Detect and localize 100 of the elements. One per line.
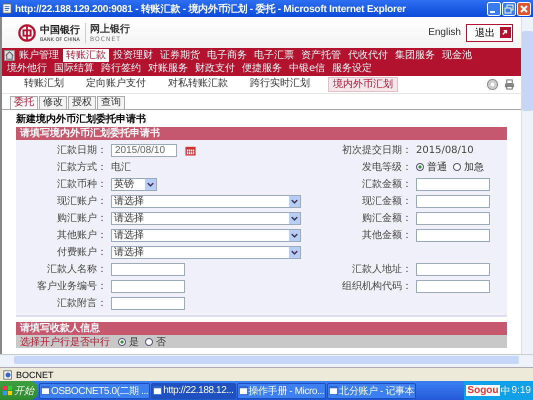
window-icon [238, 386, 248, 395]
nav-tab[interactable]: 证券期货 [157, 49, 203, 62]
radio-button[interactable] [118, 338, 126, 346]
input-field[interactable] [416, 178, 490, 190]
input-field[interactable] [111, 296, 185, 310]
field-label: 发电等级： [361, 160, 413, 174]
vertical-scrollbar[interactable] [521, 17, 533, 354]
field-label: 其他账户： [56, 228, 108, 242]
window-title: http://22.188.129.200:9081 - 转账汇款 - 境内外币汇划 - 委托 - Microsoft Internet Explorer [15, 2, 407, 16]
input-field[interactable] [416, 194, 490, 208]
field-label: 购汇金额： [361, 212, 413, 225]
nav-tab[interactable]: 国际结算 [51, 62, 97, 75]
field-label: 汇款方式： [56, 160, 108, 174]
field-label: 初次提交日期： [341, 144, 413, 157]
start-button[interactable]: 开始 [0, 381, 38, 400]
subnav-link[interactable]: 跨行实时汇划 [246, 77, 314, 92]
windows-logo-icon [2, 385, 13, 396]
radio-label: 普通 [427, 160, 447, 174]
field-label: 付费账户： [56, 246, 108, 259]
form-heading: 新建境内外币汇划委托申请书 [16, 113, 147, 127]
dropdown[interactable]: 请选择 [111, 212, 301, 224]
tab[interactable]: 修改 [39, 96, 67, 109]
clock: 9:19 [512, 385, 531, 396]
tab[interactable]: 授权 [68, 96, 96, 109]
ime-mode: 中 [500, 384, 511, 398]
logo-text: 中国银行 [40, 24, 80, 36]
nav-tab[interactable]: 现金池 [439, 49, 475, 62]
section-header: 请填写收款人信息 [16, 322, 507, 335]
radio-button[interactable] [416, 163, 424, 171]
nav-tab[interactable]: 投资理财 [110, 49, 156, 62]
field-label: 汇款人地址： [351, 262, 413, 276]
subnav-link[interactable]: 转账汇划 [20, 77, 68, 92]
date-field[interactable]: 2015/08/10 [111, 144, 177, 156]
window-icon [153, 386, 162, 395]
section-header: 请填写境内外币汇划委托申请书 [16, 127, 507, 140]
field-label: 现汇金额： [361, 194, 413, 208]
taskbar-button[interactable]: http://22.188.12... [151, 382, 236, 398]
status-text: BOCNET [16, 370, 54, 380]
input-field[interactable] [416, 228, 490, 242]
field-label: 客户业务编号： [36, 280, 108, 293]
input-field[interactable] [111, 262, 185, 276]
window-icon [329, 386, 338, 395]
page-icon [3, 370, 13, 380]
radio-label: 是 [129, 336, 139, 348]
horizontal-scrollbar[interactable] [0, 354, 533, 367]
printer-icon[interactable] [504, 79, 515, 90]
nav-tab[interactable]: 集团服务 [392, 49, 438, 62]
field-value: 电汇 [111, 160, 131, 174]
minimize-icon[interactable] [487, 2, 501, 16]
field-value: 2015/08/10 [416, 144, 474, 156]
field-label: 汇款人名称： [46, 263, 108, 276]
radio-button[interactable] [453, 163, 461, 171]
input-field[interactable] [416, 212, 490, 224]
nav-tab[interactable]: 中银e信 [286, 62, 328, 75]
nav-tab[interactable]: 便捷服务 [239, 62, 285, 75]
taskbar-button[interactable]: 操作手册 - Micro... [236, 382, 326, 398]
nav-tab[interactable]: 电子汇票 [251, 49, 297, 62]
product-name: 网上银行 [90, 22, 130, 36]
nav-tab[interactable]: 电子商务 [204, 49, 250, 62]
nav-tab[interactable]: 转账汇款 [63, 49, 109, 62]
nav-tab[interactable]: 境外他行 [4, 62, 50, 75]
bank-logo-icon [18, 24, 36, 42]
question-label: 选择开户行是否中行 [20, 336, 110, 348]
page-icon [2, 3, 13, 14]
taskbar-button[interactable]: OSBOCNET5.0(二期 ... [39, 382, 150, 398]
input-field[interactable] [111, 280, 185, 292]
dropdown[interactable]: 英镑 [111, 178, 157, 190]
taskbar-button[interactable]: 北分账户 - 记事本 [327, 382, 416, 398]
radio-label: 加急 [464, 160, 484, 174]
ime-brand: Sogou [466, 385, 500, 396]
field-label: 组织机构代码： [341, 280, 413, 293]
input-field[interactable] [416, 262, 490, 276]
nav-tab[interactable]: 跨行签约 [98, 62, 144, 75]
subnav-link[interactable]: 对私转账汇款 [164, 77, 232, 92]
subnav-link[interactable]: 定向账户支付 [82, 77, 150, 92]
calendar-icon[interactable] [185, 144, 196, 156]
logout-button[interactable]: 退出 [466, 24, 513, 42]
subnav-link[interactable]: 境内外币汇划 [328, 77, 398, 92]
input-field[interactable] [416, 280, 490, 292]
tab[interactable]: 委托 [10, 96, 38, 109]
field-label: 汇款附言： [56, 296, 108, 310]
nav-tab[interactable]: 财政支付 [192, 62, 238, 75]
radio-button[interactable] [145, 338, 153, 346]
field-label: 汇款日期： [56, 144, 108, 157]
nav-tab[interactable]: 资产托管 [298, 49, 344, 62]
field-label: 汇款币种： [56, 178, 108, 191]
restore-icon[interactable] [502, 2, 516, 16]
nav-tab[interactable]: 服务设定 [329, 62, 376, 75]
nav-tab[interactable]: 代收代付 [345, 49, 391, 62]
nav-tab[interactable]: 账户管理 [16, 49, 62, 62]
tab[interactable]: 查询 [97, 96, 125, 109]
close-icon[interactable] [517, 2, 531, 16]
dropdown[interactable]: 请选择 [111, 194, 301, 208]
home-icon[interactable] [4, 50, 15, 61]
field-label: 购汇账户： [56, 212, 108, 225]
field-label: 现汇账户： [56, 194, 108, 208]
nav-tab[interactable]: 对账服务 [145, 62, 191, 75]
language-link[interactable]: English [428, 27, 461, 38]
dropdown[interactable]: 请选择 [111, 228, 301, 242]
dropdown[interactable]: 请选择 [111, 246, 301, 258]
